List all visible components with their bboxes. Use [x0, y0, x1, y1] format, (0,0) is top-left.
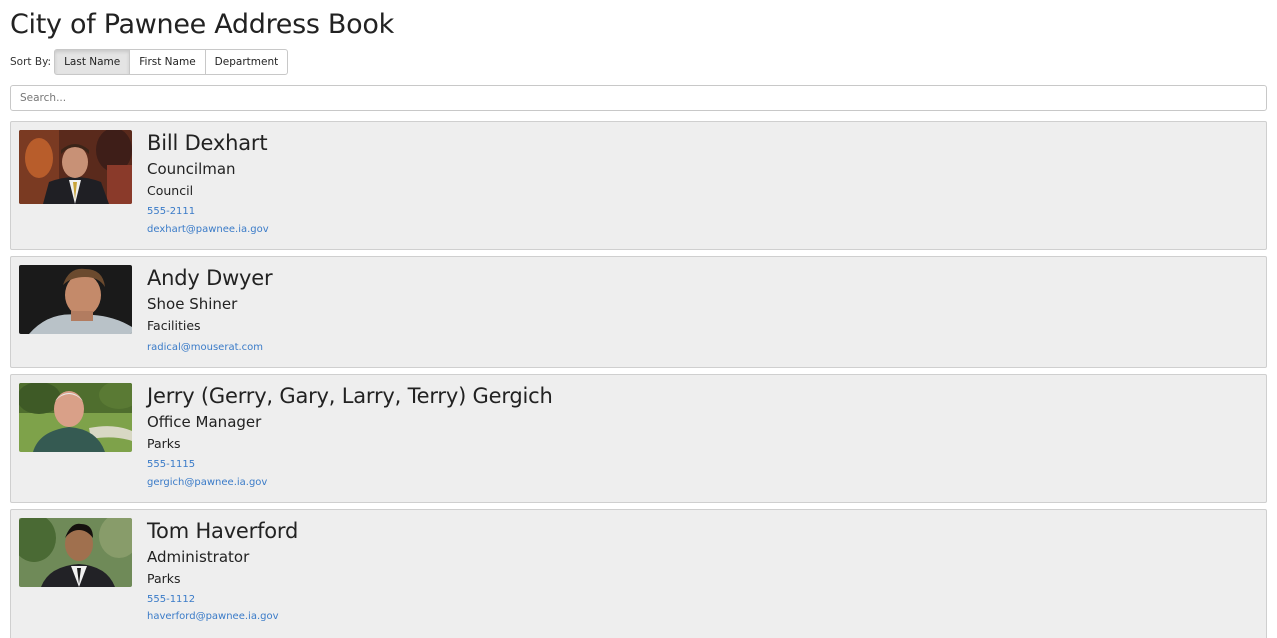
contact-email-link[interactable]: radical@mouserat.com [147, 341, 1256, 354]
contact-card: Jerry (Gerry, Gary, Larry, Terry) Gergic… [10, 374, 1267, 503]
contact-name: Bill Dexhart [147, 131, 268, 155]
contact-email-link[interactable]: dexhart@pawnee.ia.gov [147, 223, 1256, 236]
contact-phone-link[interactable]: 555-1112 [147, 593, 1256, 606]
contact-email-link[interactable]: gergich@pawnee.ia.gov [147, 476, 1256, 489]
sort-department-button[interactable]: Department [204, 49, 289, 75]
contact-card: Tom Haverford Administrator Parks 555-11… [10, 509, 1267, 638]
contact-department: Parks [147, 571, 181, 586]
search-input[interactable] [10, 85, 1267, 111]
contact-title: Administrator [147, 548, 250, 566]
contact-email-link[interactable]: haverford@pawnee.ia.gov [147, 610, 1256, 623]
sort-last-name-button[interactable]: Last Name [54, 49, 131, 75]
contact-photo-dexhart [19, 130, 132, 204]
contact-info: Andy Dwyer Shoe Shiner Facilities radica… [147, 265, 1256, 354]
contact-name: Jerry (Gerry, Gary, Larry, Terry) Gergic… [147, 384, 553, 408]
contact-department: Council [147, 183, 194, 198]
contact-card: Andy Dwyer Shoe Shiner Facilities radica… [10, 256, 1267, 368]
contact-phone-link[interactable]: 555-2111 [147, 205, 1256, 218]
contact-photo-haverford [19, 518, 132, 587]
contact-phone-link[interactable]: 555-1115 [147, 458, 1256, 471]
contact-title: Shoe Shiner [147, 295, 238, 313]
sort-first-name-button[interactable]: First Name [129, 49, 206, 75]
page-title: City of Pawnee Address Book [10, 9, 394, 40]
contact-title: Office Manager [147, 413, 262, 431]
sort-label: Sort By: [10, 56, 52, 68]
contact-title: Councilman [147, 160, 236, 178]
contact-info: Jerry (Gerry, Gary, Larry, Terry) Gergic… [147, 383, 1256, 489]
address-book-page: City of Pawnee Address Book Sort By: Las… [0, 0, 1277, 638]
contact-card: Bill Dexhart Councilman Council 555-2111… [10, 121, 1267, 250]
contact-info: Tom Haverford Administrator Parks 555-11… [147, 518, 1256, 623]
contact-name: Tom Haverford [147, 519, 299, 543]
contact-department: Facilities [147, 318, 201, 333]
sort-controls: Sort By: Last Name First Name Department [10, 49, 289, 75]
contact-info: Bill Dexhart Councilman Council 555-2111… [147, 130, 1256, 236]
contact-photo-dwyer [19, 265, 132, 334]
contact-department: Parks [147, 436, 181, 451]
sort-button-group: Last Name First Name Department [54, 49, 289, 75]
contact-name: Andy Dwyer [147, 266, 273, 290]
contact-photo-gergich [19, 383, 132, 452]
